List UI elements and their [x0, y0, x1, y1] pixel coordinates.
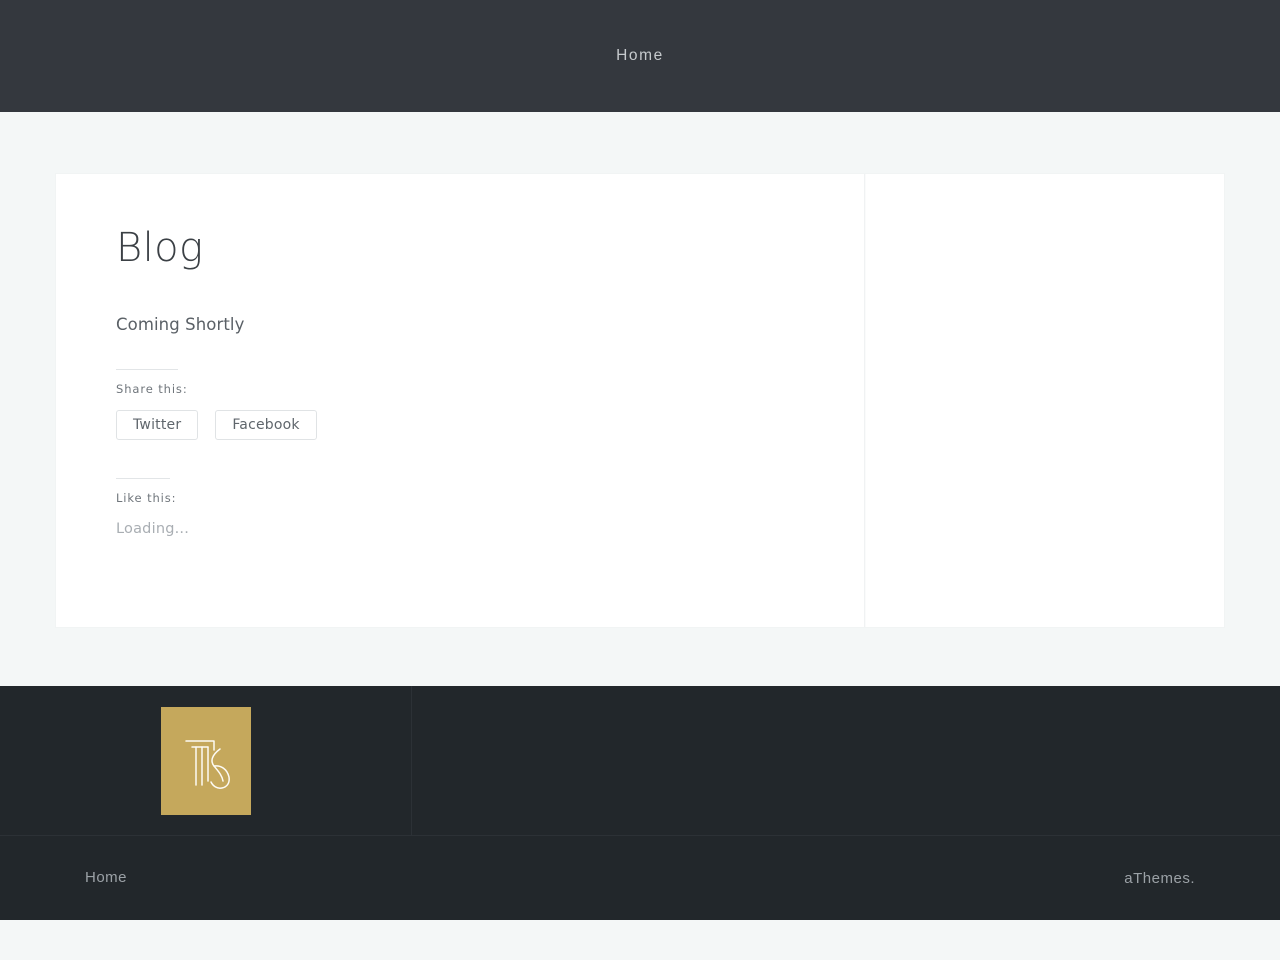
entry-body: Coming Shortly	[116, 311, 804, 339]
footer-widget-secondary	[412, 686, 1280, 835]
share-divider	[116, 368, 178, 370]
footer-credit-link[interactable]: aThemes.	[1124, 870, 1195, 887]
share-title: Share this:	[116, 381, 188, 396]
main-nav-list: Home	[602, 47, 678, 65]
like-block: Like this: Loading...	[116, 477, 804, 537]
footer-bottom-bar: Home aThemes.	[0, 835, 1280, 920]
page-root: Home Blog Coming Shortly Share this: Twi…	[0, 0, 1280, 960]
page-title: Blog	[116, 225, 204, 271]
like-loading-status: Loading...	[116, 520, 190, 537]
footer-nav-link-home[interactable]: Home	[85, 869, 127, 886]
nav-item-home[interactable]: Home	[616, 47, 664, 65]
site-footer: Home aThemes.	[0, 686, 1280, 920]
share-button-facebook[interactable]: Facebook	[215, 409, 317, 440]
sidebar-column	[865, 174, 1224, 627]
footer-widget-logo	[0, 686, 412, 835]
like-divider	[116, 477, 170, 479]
main-navigation: Home	[0, 0, 1280, 112]
nav-link-home[interactable]: Home	[616, 47, 664, 65]
like-title: Like this:	[116, 490, 177, 505]
footer-widget-area	[0, 686, 1280, 835]
footer-nav-list: Home	[85, 869, 149, 887]
share-button-twitter[interactable]: Twitter	[116, 409, 199, 440]
content-card: Blog Coming Shortly Share this: Twitter …	[56, 174, 1224, 627]
primary-content-column: Blog Coming Shortly Share this: Twitter …	[56, 174, 865, 627]
share-block: Share this: Twitter Facebook	[116, 368, 804, 440]
tk-monogram-logo-icon[interactable]	[160, 706, 251, 815]
share-buttons: Twitter Facebook	[116, 409, 804, 440]
entry-paragraph: Coming Shortly	[116, 314, 245, 334]
site-header: Home	[0, 0, 1280, 112]
footer-nav-item-home[interactable]: Home	[85, 869, 127, 887]
